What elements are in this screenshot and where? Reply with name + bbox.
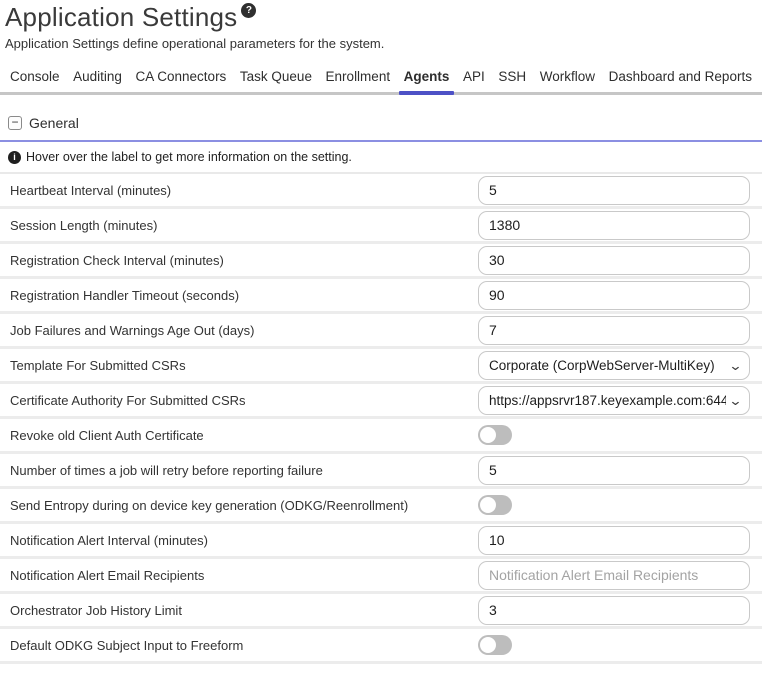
- setting-row-orchestrator-job-history-limit: Orchestrator Job History Limit: [0, 594, 762, 629]
- chevron-down-icon: ⌄: [728, 394, 742, 407]
- setting-row-notification-alert-interval-minutes: Notification Alert Interval (minutes): [0, 524, 762, 559]
- setting-row-template-for-submitted-csrs: Template For Submitted CSRs Corporate (Co…: [0, 349, 762, 384]
- tab-task-queue[interactable]: Task Queue: [238, 67, 314, 92]
- setting-label: Default ODKG Subject Input to Freeform: [10, 638, 243, 653]
- section-title: General: [29, 115, 79, 131]
- job-failures-and-warnings-age-out-days-input[interactable]: [478, 316, 750, 345]
- setting-row-heartbeat-interval-minutes: Heartbeat Interval (minutes): [0, 174, 762, 209]
- template-for-submitted-csrs-select[interactable]: Corporate (CorpWebServer-MultiKey)⌄: [478, 351, 750, 380]
- settings-table: Heartbeat Interval (minutes) Session Leng…: [0, 174, 762, 664]
- setting-label: Notification Alert Interval (minutes): [10, 533, 208, 548]
- page-title: Application Settings: [5, 2, 237, 32]
- tab-api[interactable]: API: [461, 67, 487, 92]
- tab-workflow[interactable]: Workflow: [538, 67, 597, 92]
- setting-row-session-length-minutes: Session Length (minutes): [0, 209, 762, 244]
- setting-label: Job Failures and Warnings Age Out (days): [10, 323, 254, 338]
- notification-alert-interval-minutes-input[interactable]: [478, 526, 750, 555]
- setting-row-default-odkg-subject-input-to-freeform: Default ODKG Subject Input to Freeform: [0, 629, 762, 664]
- setting-label: Orchestrator Job History Limit: [10, 603, 182, 618]
- control-cell: [478, 211, 750, 240]
- collapse-icon[interactable]: −: [8, 116, 22, 130]
- page-subtitle: Application Settings define operational …: [5, 36, 762, 51]
- info-note-text: Hover over the label to get more informa…: [26, 150, 352, 164]
- select-value: https://appsrvr187.keyexample.com:6447\C…: [489, 393, 726, 408]
- tab-dashboard-and-reports[interactable]: Dashboard and Reports: [607, 67, 754, 92]
- setting-row-registration-handler-timeout-seconds: Registration Handler Timeout (seconds): [0, 279, 762, 314]
- control-cell: https://appsrvr187.keyexample.com:6447\C…: [478, 386, 750, 415]
- setting-label: Heartbeat Interval (minutes): [10, 183, 171, 198]
- number-of-times-a-job-will-retry-before-reporting-failure-input[interactable]: [478, 456, 750, 485]
- control-cell: [478, 316, 750, 345]
- send-entropy-during-on-device-key-generation-odkg-reenrollment-toggle[interactable]: [478, 495, 512, 515]
- setting-row-send-entropy-during-on-device-key-generation-odkg-reenrollment: Send Entropy during on device key genera…: [0, 489, 762, 524]
- setting-label: Registration Check Interval (minutes): [10, 253, 224, 268]
- control-cell: [478, 246, 750, 275]
- setting-row-revoke-old-client-auth-certificate: Revoke old Client Auth Certificate: [0, 419, 762, 454]
- control-cell: [478, 456, 750, 485]
- help-icon[interactable]: ?: [241, 3, 256, 18]
- toggle-knob: [480, 637, 496, 653]
- tab-bar: Console Auditing CA Connectors Task Queue En…: [0, 67, 762, 95]
- certificate-authority-for-submitted-csrs-select[interactable]: https://appsrvr187.keyexample.com:6447\C…: [478, 386, 750, 415]
- control-cell: [478, 281, 750, 310]
- toggle-knob: [480, 497, 496, 513]
- setting-label: Template For Submitted CSRs: [10, 358, 186, 373]
- setting-row-registration-check-interval-minutes: Registration Check Interval (minutes): [0, 244, 762, 279]
- control-cell: [478, 425, 750, 445]
- tab-enrollment[interactable]: Enrollment: [324, 67, 393, 92]
- registration-check-interval-minutes-input[interactable]: [478, 246, 750, 275]
- setting-row-number-of-times-a-job-will-retry-before-reporting-failure: Number of times a job will retry before …: [0, 454, 762, 489]
- revoke-old-client-auth-certificate-toggle[interactable]: [478, 425, 512, 445]
- setting-row-job-failures-and-warnings-age-out-days: Job Failures and Warnings Age Out (days): [0, 314, 762, 349]
- registration-handler-timeout-seconds-input[interactable]: [478, 281, 750, 310]
- select-value: Corporate (CorpWebServer-MultiKey): [489, 358, 726, 373]
- info-note: i Hover over the label to get more infor…: [0, 142, 762, 174]
- info-icon: i: [8, 151, 21, 164]
- setting-label: Revoke old Client Auth Certificate: [10, 428, 204, 443]
- setting-label: Notification Alert Email Recipients: [10, 568, 204, 583]
- page-header: Application Settings ? Application Setti…: [0, 0, 762, 51]
- notification-alert-email-recipients-input[interactable]: [478, 561, 750, 590]
- tab-auditing[interactable]: Auditing: [71, 67, 124, 92]
- control-cell: [478, 495, 750, 515]
- control-cell: [478, 596, 750, 625]
- control-cell: [478, 561, 750, 590]
- orchestrator-job-history-limit-input[interactable]: [478, 596, 750, 625]
- control-cell: [478, 176, 750, 205]
- setting-label: Registration Handler Timeout (seconds): [10, 288, 239, 303]
- tab-agents[interactable]: Agents: [402, 67, 452, 92]
- session-length-minutes-input[interactable]: [478, 211, 750, 240]
- control-cell: [478, 635, 750, 655]
- setting-row-notification-alert-email-recipients: Notification Alert Email Recipients: [0, 559, 762, 594]
- setting-row-certificate-authority-for-submitted-csrs: Certificate Authority For Submitted CSRs…: [0, 384, 762, 419]
- control-cell: Corporate (CorpWebServer-MultiKey)⌄: [478, 351, 750, 380]
- heartbeat-interval-minutes-input[interactable]: [478, 176, 750, 205]
- setting-label: Session Length (minutes): [10, 218, 157, 233]
- chevron-down-icon: ⌄: [728, 359, 742, 372]
- default-odkg-subject-input-to-freeform-toggle[interactable]: [478, 635, 512, 655]
- toggle-knob: [480, 427, 496, 443]
- tab-ssh[interactable]: SSH: [496, 67, 528, 92]
- setting-label: Certificate Authority For Submitted CSRs: [10, 393, 246, 408]
- tab-ca-connectors[interactable]: CA Connectors: [134, 67, 229, 92]
- section-header-general[interactable]: − General: [0, 115, 762, 142]
- tab-console[interactable]: Console: [8, 67, 62, 92]
- setting-label: Number of times a job will retry before …: [10, 463, 323, 478]
- setting-label: Send Entropy during on device key genera…: [10, 498, 408, 513]
- control-cell: [478, 526, 750, 555]
